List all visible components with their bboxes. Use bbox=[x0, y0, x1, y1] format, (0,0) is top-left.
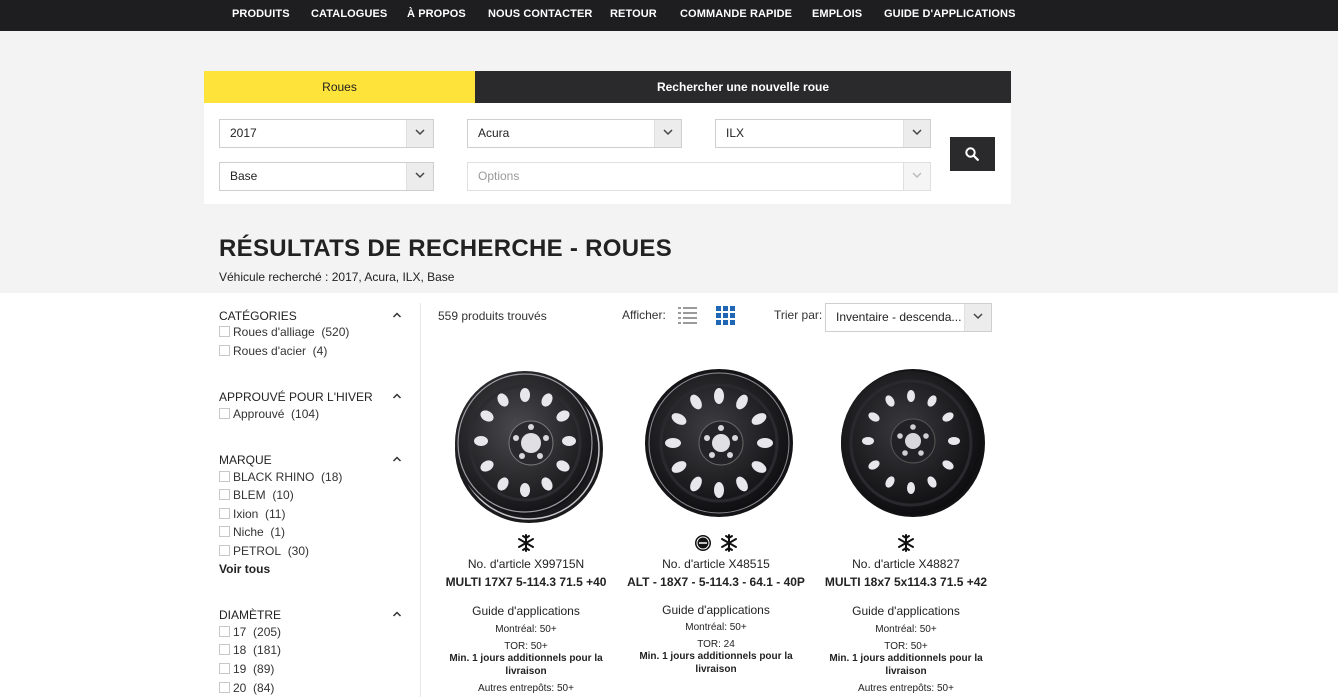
make-select[interactable]: Acura bbox=[467, 119, 682, 148]
product-badges bbox=[621, 534, 811, 554]
stock-montreal: Montréal: 50+ bbox=[685, 622, 747, 633]
checkbox[interactable] bbox=[219, 489, 230, 500]
model-select-value: ILX bbox=[726, 126, 745, 140]
nav-retour[interactable]: RETOUR bbox=[610, 0, 657, 31]
filter-option[interactable]: BLEM (10) bbox=[219, 488, 294, 504]
chevron-down-icon bbox=[903, 120, 930, 147]
model-select[interactable]: ILX bbox=[715, 119, 931, 148]
filter-option[interactable]: BLACK RHINO (18) bbox=[219, 470, 342, 486]
stock-montreal: Montréal: 50+ bbox=[495, 624, 557, 635]
checkbox[interactable] bbox=[219, 644, 230, 655]
checkbox[interactable] bbox=[219, 471, 230, 482]
checkbox[interactable] bbox=[219, 345, 230, 356]
wheel-image[interactable] bbox=[631, 363, 801, 523]
filter-option[interactable]: 18 (181) bbox=[219, 643, 281, 659]
checkbox[interactable] bbox=[219, 508, 230, 519]
filter-title-categories: CATÉGORIES bbox=[219, 309, 297, 323]
nav-nous-contacter[interactable]: NOUS CONTACTER bbox=[488, 0, 592, 31]
checkbox[interactable] bbox=[219, 326, 230, 337]
product-name[interactable]: MULTI 17X7 5-114.3 71.5 +40 bbox=[431, 575, 621, 589]
chevron-down-icon bbox=[406, 163, 433, 190]
checkbox[interactable] bbox=[219, 682, 230, 693]
chevron-up-icon[interactable] bbox=[392, 311, 402, 319]
applications-guide-link[interactable]: Guide d'applications bbox=[431, 604, 621, 618]
make-select-value: Acura bbox=[478, 126, 510, 140]
grid-view-icon[interactable] bbox=[716, 306, 735, 325]
view-label: Afficher: bbox=[622, 308, 666, 322]
chevron-up-icon[interactable] bbox=[392, 610, 402, 618]
part-number: No. d'article X48827 bbox=[852, 557, 960, 571]
checkbox[interactable] bbox=[219, 545, 230, 556]
filter-option[interactable]: Roues d'acier (4) bbox=[219, 344, 327, 360]
see-all-brands-link[interactable]: Voir tous bbox=[219, 562, 270, 576]
page-title: RÉSULTATS DE RECHERCHE - ROUES bbox=[219, 235, 673, 262]
sort-select-value: Inventaire - descenda... bbox=[836, 310, 962, 324]
checkbox[interactable] bbox=[219, 626, 230, 637]
results-count: 559 produits trouvés bbox=[438, 309, 547, 323]
chevron-up-icon[interactable] bbox=[392, 392, 402, 400]
chevron-up-icon[interactable] bbox=[392, 455, 402, 463]
filter-option[interactable]: Approuvé (104) bbox=[219, 407, 319, 423]
year-select-value: 2017 bbox=[230, 126, 257, 140]
filter-option[interactable]: 20 (84) bbox=[219, 681, 274, 697]
product-name[interactable]: MULTI 18x7 5x114.3 71.5 +42 bbox=[811, 575, 1001, 589]
filter-title-winter: APPROUVÉ POUR L'HIVER bbox=[219, 390, 373, 404]
wheel-image[interactable] bbox=[821, 363, 991, 523]
checkbox[interactable] bbox=[219, 526, 230, 537]
options-select-placeholder: Options bbox=[478, 169, 520, 183]
hub-centric-icon bbox=[694, 534, 712, 557]
checkbox[interactable] bbox=[219, 663, 230, 674]
nav-catalogues[interactable]: CATALOGUES bbox=[311, 0, 387, 31]
tab-new-wheel-search[interactable]: Rechercher une nouvelle roue bbox=[475, 71, 1011, 103]
part-number: No. d'article X48515 bbox=[662, 557, 770, 571]
applications-guide-link[interactable]: Guide d'applications bbox=[811, 604, 1001, 618]
product-name[interactable]: ALT - 18X7 - 5-114.3 - 64.1 - 40P bbox=[621, 575, 811, 589]
filter-option[interactable]: Ixion (11) bbox=[219, 507, 285, 523]
nav-emplois[interactable]: EMPLOIS bbox=[812, 0, 862, 31]
nav-guide-applications[interactable]: GUIDE D'APPLICATIONS bbox=[884, 0, 1016, 31]
applications-guide-link[interactable]: Guide d'applications bbox=[621, 603, 811, 617]
filter-title-brand: MARQUE bbox=[219, 453, 272, 467]
search-button[interactable] bbox=[950, 137, 995, 171]
checkbox[interactable] bbox=[219, 408, 230, 419]
filter-option[interactable]: 19 (89) bbox=[219, 662, 274, 678]
sort-label: Trier par: bbox=[774, 308, 823, 322]
top-nav: PRODUITS CATALOGUES À PROPOS NOUS CONTAC… bbox=[0, 0, 1338, 31]
nav-commande-rapide[interactable]: COMMANDE RAPIDE bbox=[680, 0, 792, 31]
filter-option[interactable]: 17 (205) bbox=[219, 625, 281, 641]
list-view-icon[interactable] bbox=[678, 306, 698, 324]
chevron-down-icon bbox=[406, 120, 433, 147]
snowflake-icon bbox=[517, 534, 535, 557]
chevron-down-icon bbox=[903, 163, 930, 190]
stock-other-warehouses: Autres entrepôts: 50+ bbox=[858, 683, 954, 694]
year-select[interactable]: 2017 bbox=[219, 119, 434, 148]
filter-option[interactable]: PETROL (30) bbox=[219, 544, 309, 560]
tab-roues[interactable]: Roues bbox=[204, 71, 475, 103]
chevron-down-icon bbox=[654, 120, 681, 147]
product-badges bbox=[811, 534, 1001, 554]
delivery-note: Min. 1 jours additionnels pour la livrai… bbox=[639, 651, 793, 675]
sidebar-divider bbox=[420, 303, 421, 697]
snowflake-icon bbox=[897, 534, 915, 557]
options-select[interactable]: Options bbox=[467, 162, 931, 191]
nav-a-propos[interactable]: À PROPOS bbox=[407, 0, 466, 31]
product-badges bbox=[431, 534, 621, 554]
stock-other-warehouses: Autres entrepôts: 50+ bbox=[478, 683, 574, 694]
chevron-down-icon bbox=[964, 304, 991, 331]
filter-option[interactable]: Niche (1) bbox=[219, 525, 285, 541]
delivery-note: Min. 1 jours additionnels pour la livrai… bbox=[829, 653, 983, 677]
search-icon bbox=[965, 147, 979, 161]
sort-select[interactable]: Inventaire - descenda... bbox=[825, 303, 992, 332]
searched-vehicle: Véhicule recherché : 2017, Acura, ILX, B… bbox=[219, 270, 455, 284]
delivery-note: Min. 1 jours additionnels pour la livrai… bbox=[449, 653, 603, 677]
filter-title-diameter: DIAMÈTRE bbox=[219, 608, 282, 622]
trim-select[interactable]: Base bbox=[219, 162, 434, 191]
wheel-image[interactable] bbox=[441, 363, 611, 523]
snowflake-icon bbox=[720, 534, 738, 557]
part-number: No. d'article X99715N bbox=[467, 557, 585, 571]
stock-montreal: Montréal: 50+ bbox=[875, 624, 937, 635]
trim-select-value: Base bbox=[230, 169, 258, 183]
nav-produits[interactable]: PRODUITS bbox=[232, 0, 290, 31]
filter-option[interactable]: Roues d'alliage (520) bbox=[219, 325, 349, 341]
